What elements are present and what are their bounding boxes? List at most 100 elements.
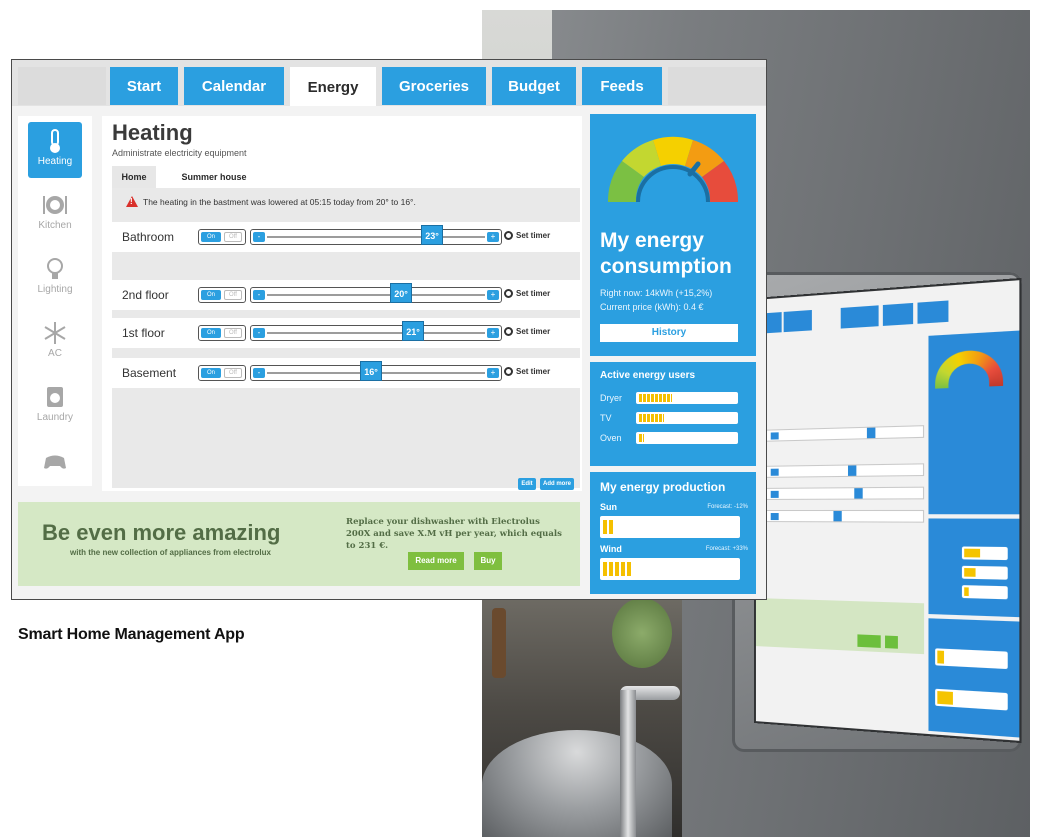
off-option[interactable]: Off	[224, 368, 242, 378]
increase-button[interactable]: +	[487, 232, 499, 242]
decrease-button[interactable]: -	[253, 328, 265, 338]
off-option[interactable]: Off	[224, 232, 242, 242]
set-timer-button[interactable]: Set timer	[504, 367, 550, 376]
energy-gauge-icon	[607, 136, 739, 203]
plant	[612, 598, 672, 668]
clock-icon	[504, 289, 513, 298]
mini-bar	[961, 585, 1008, 600]
tab-energy[interactable]: Energy	[290, 67, 376, 108]
ad-banner: Be even more amazing with the new collec…	[18, 502, 580, 586]
mini-row	[759, 509, 925, 523]
decrease-button[interactable]: -	[253, 368, 265, 378]
set-timer-button[interactable]: Set timer	[504, 231, 550, 240]
tab-feeds[interactable]: Feeds	[582, 67, 662, 105]
tab-budget[interactable]: Budget	[492, 67, 576, 105]
read-more-button[interactable]: Read more	[408, 552, 464, 570]
temperature-slider[interactable]: - 21° +	[250, 321, 502, 341]
slider-thumb[interactable]: 20°	[390, 283, 412, 303]
on-off-toggle[interactable]: On Off	[198, 229, 246, 245]
subtab-home[interactable]: Home	[112, 166, 156, 188]
temperature-slider[interactable]: - 16° +	[250, 361, 502, 381]
mini-row	[759, 463, 925, 478]
set-timer-button[interactable]: Set timer	[504, 327, 550, 336]
increase-button[interactable]: +	[487, 328, 499, 338]
page: Start Calendar Energy Groceries Budget F…	[0, 0, 1037, 837]
production-source-label: Sun	[600, 502, 617, 512]
mini-row	[759, 425, 925, 442]
room-row: 2nd floor On Off -20° + Set timer	[112, 280, 580, 310]
buy-button[interactable]: Buy	[474, 552, 502, 570]
set-timer-label: Set timer	[516, 289, 551, 298]
clock-icon	[504, 231, 513, 240]
on-off-toggle[interactable]: On Off	[198, 365, 246, 381]
on-option[interactable]: On	[201, 368, 221, 378]
production-level	[603, 520, 614, 534]
set-timer-button[interactable]: Set timer	[504, 289, 550, 298]
room-name: Basement	[122, 366, 177, 380]
tab-start[interactable]: Start	[110, 67, 178, 105]
off-option[interactable]: Off	[224, 328, 242, 338]
sidebar-item-lighting[interactable]: Lighting	[28, 250, 82, 306]
sidebar-item-kitchen[interactable]: Kitchen	[28, 186, 82, 242]
increase-button[interactable]: +	[487, 368, 499, 378]
energy-user-level	[639, 394, 672, 402]
temperature-slider[interactable]: - 20° +	[250, 283, 502, 303]
slider-thumb[interactable]: 16°	[360, 361, 382, 381]
history-button[interactable]: History	[600, 324, 738, 342]
off-option[interactable]: Off	[224, 290, 242, 300]
sidebar-item-laundry[interactable]: Laundry	[28, 378, 82, 434]
active-users-title: Active energy users	[600, 370, 696, 381]
on-option[interactable]: On	[201, 290, 221, 300]
subtab-summer-house[interactable]: Summer house	[166, 166, 262, 188]
tab-groceries[interactable]: Groceries	[382, 67, 486, 105]
consumption-title-1: My energy	[600, 229, 704, 252]
slider-track	[267, 236, 485, 238]
mini-tab	[917, 300, 949, 324]
consumption-title-2: consumption	[600, 255, 732, 278]
production-title: My energy production	[600, 480, 726, 494]
production-bar	[600, 558, 740, 580]
ad-headline: Be even more amazing	[42, 520, 281, 545]
temperature-slider[interactable]: - 23° +	[250, 225, 502, 245]
slider-thumb[interactable]: 23°	[421, 225, 443, 245]
ad-tagline: with the new collection of appliances fr…	[70, 548, 271, 557]
page-title: Heating	[112, 120, 193, 145]
on-option[interactable]: On	[201, 232, 221, 242]
production-card: My energy production Sun Forecast: -12% Wi…	[590, 472, 756, 594]
alert-text: The heating in the bastment was lowered …	[143, 196, 416, 207]
washing-machine-icon	[47, 387, 63, 407]
on-off-toggle[interactable]: On Off	[198, 287, 246, 303]
set-timer-label: Set timer	[516, 327, 551, 336]
mini-bar	[961, 546, 1008, 561]
decrease-button[interactable]: -	[253, 232, 265, 242]
mini-row	[759, 486, 925, 500]
production-source-label: Wind	[600, 544, 622, 554]
plate-icon	[43, 196, 67, 214]
tab-calendar[interactable]: Calendar	[184, 67, 284, 105]
mini-tab	[882, 302, 914, 326]
slider-track	[267, 294, 485, 296]
consumption-now: Right now: 14kWh (+15,2%)	[600, 288, 713, 298]
room-name: 1st floor	[122, 326, 165, 340]
on-option[interactable]: On	[201, 328, 221, 338]
lightbulb-icon	[47, 258, 63, 279]
edit-button[interactable]: Edit	[518, 478, 536, 490]
tab-bar-spacer	[18, 67, 106, 105]
room-row: Basement On Off -16° + Set timer	[112, 358, 580, 388]
energy-user-bar	[636, 412, 738, 424]
on-off-toggle[interactable]: On Off	[198, 325, 246, 341]
active-users-card: Active energy users Dryer TV Oven	[590, 362, 756, 466]
sidebar-item-games[interactable]	[28, 442, 82, 484]
production-forecast: Forecast: +33%	[705, 546, 748, 552]
add-more-button[interactable]: Add more	[540, 478, 574, 490]
sidebar-item-ac[interactable]: AC	[28, 314, 82, 370]
ad-copy: Replace your dishwasher with Electrolus …	[346, 517, 562, 551]
sidebar-item-heating[interactable]: Heating	[28, 122, 82, 178]
slider-thumb[interactable]: 21°	[402, 321, 424, 341]
set-timer-label: Set timer	[516, 367, 551, 376]
page-subtitle: Administrate electricity equipment	[112, 148, 247, 158]
mini-tab	[813, 308, 837, 331]
energy-user-level	[639, 414, 664, 422]
decrease-button[interactable]: -	[253, 290, 265, 300]
increase-button[interactable]: +	[487, 290, 499, 300]
